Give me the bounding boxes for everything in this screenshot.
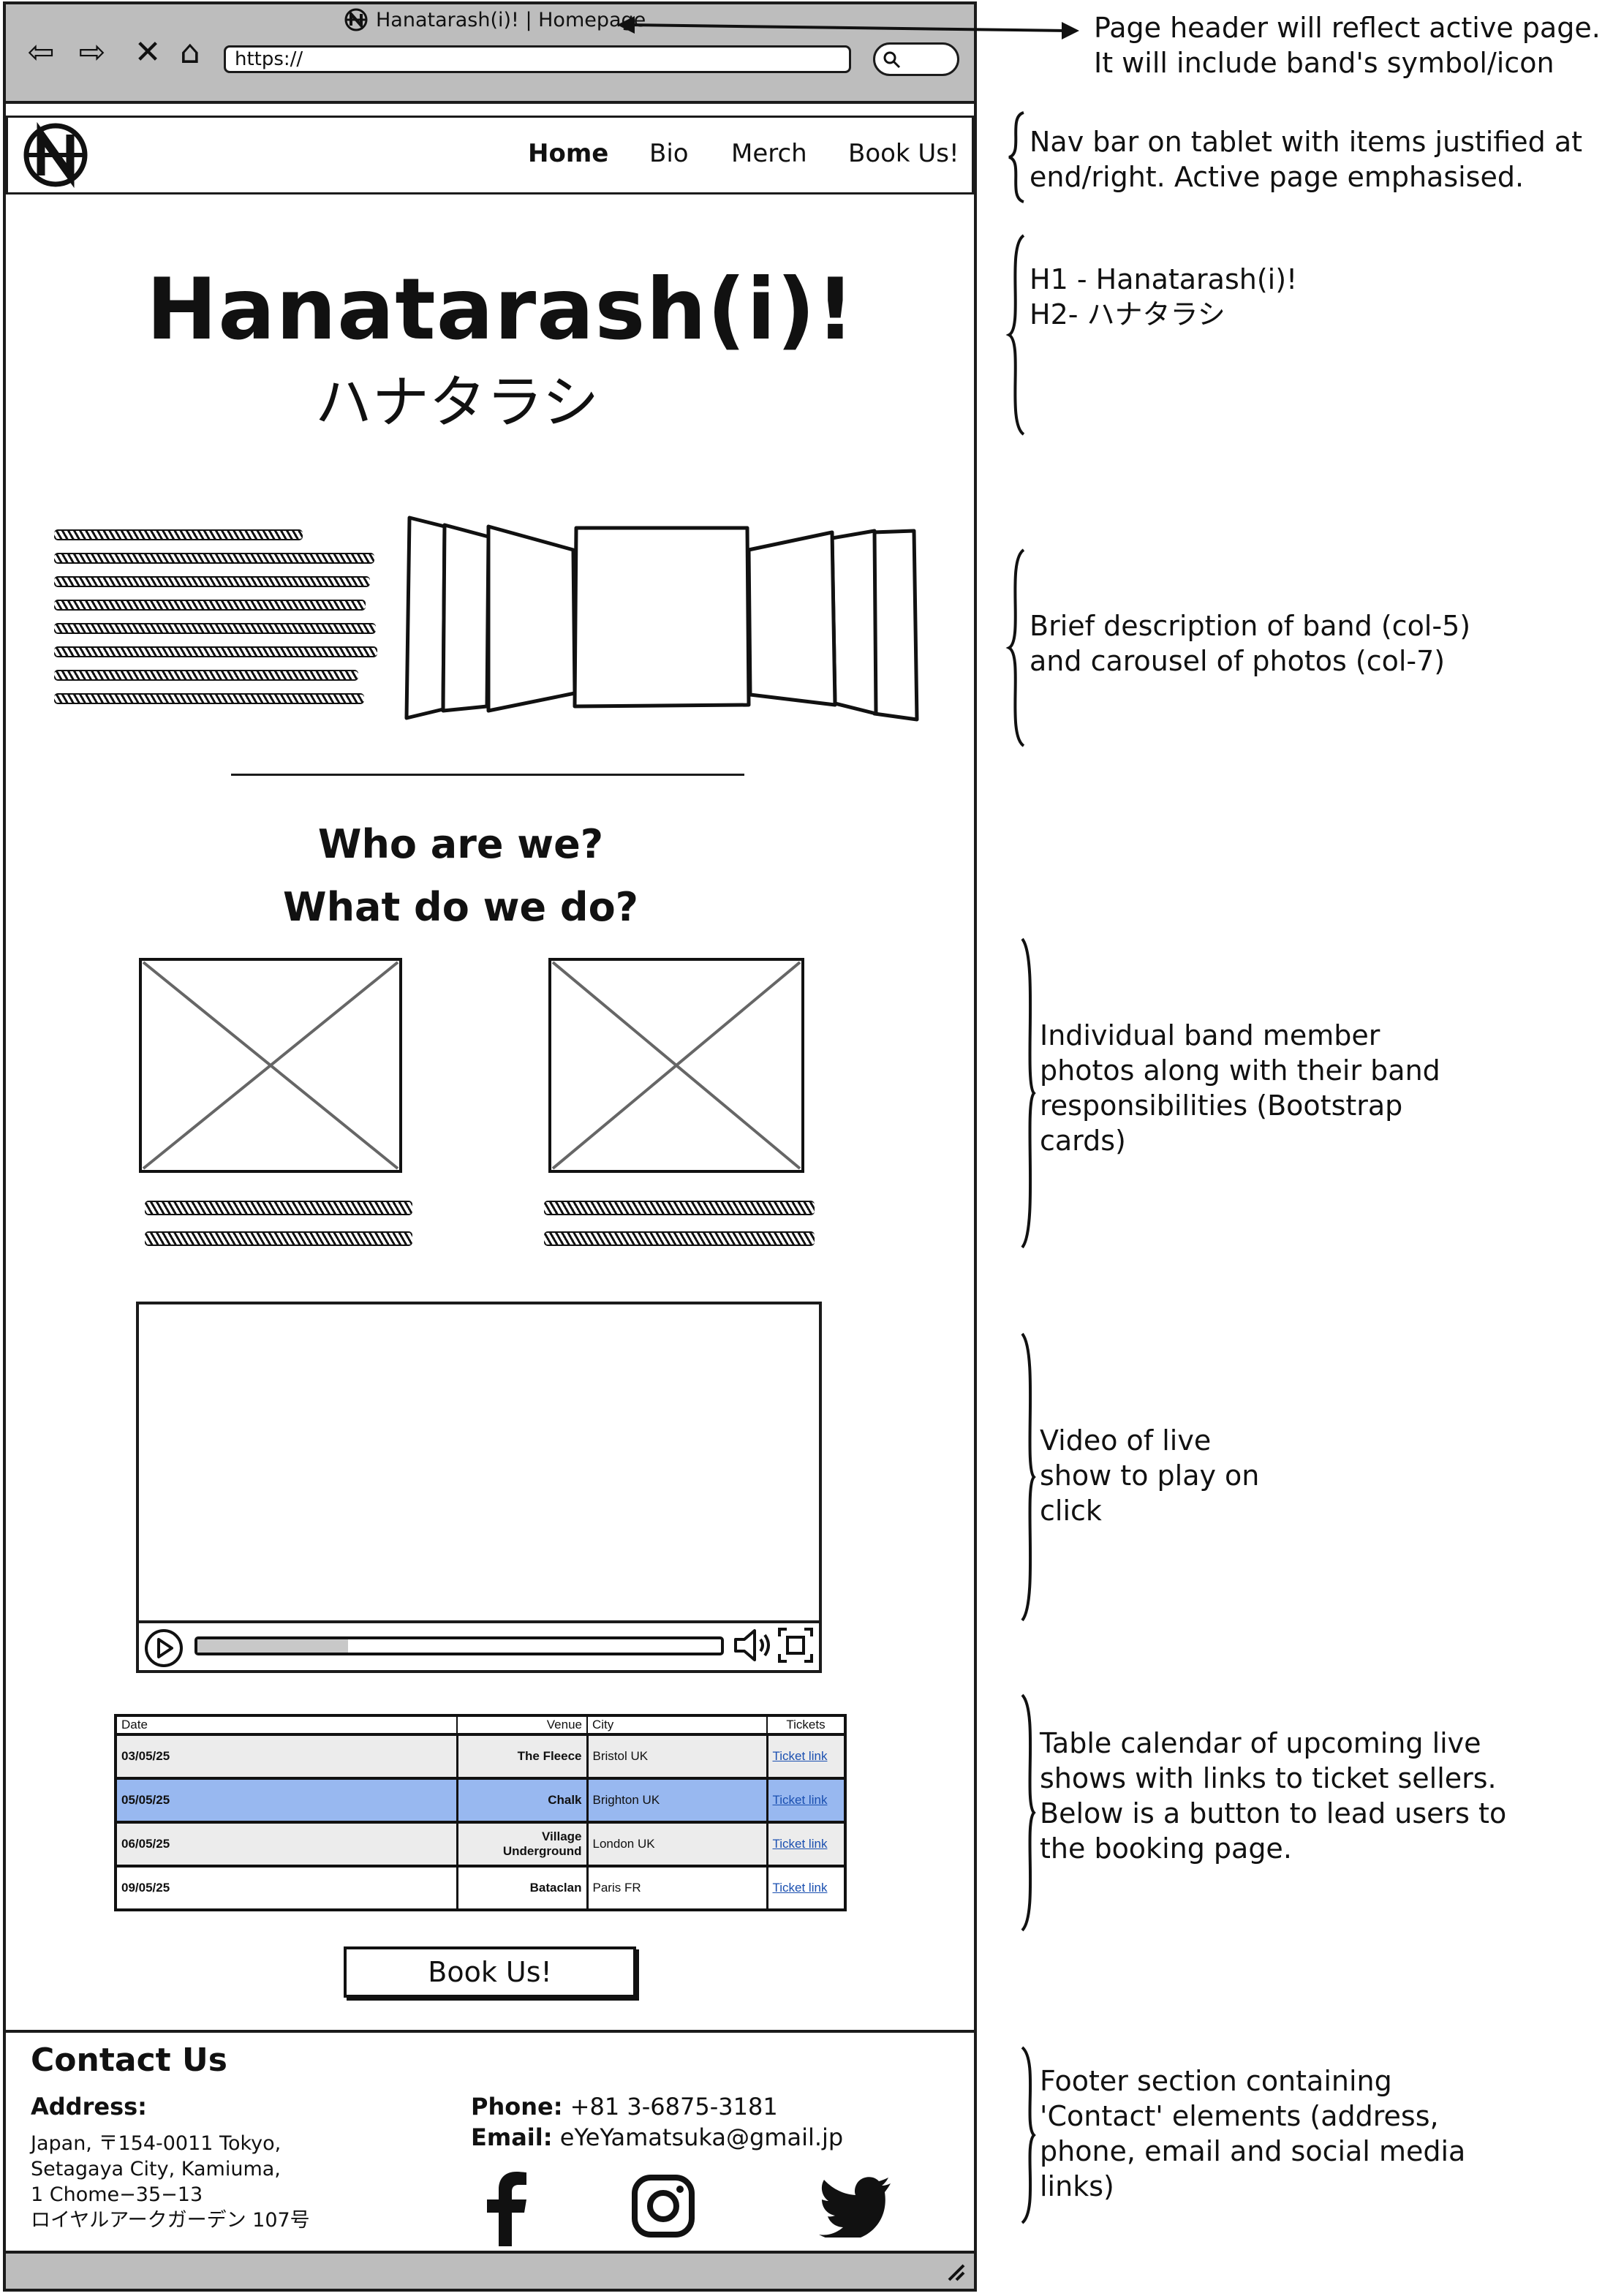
nav-item-home[interactable]: Home <box>528 139 608 168</box>
column-header-venue: Venue <box>456 1715 588 1735</box>
phone-number[interactable]: +81 3-6875-3181 <box>570 2093 778 2121</box>
address-line: Japan, 〒154-0011 Tokyo, <box>31 2132 282 2155</box>
show-city: Brighton UK <box>586 1777 767 1822</box>
about-heading: Who are we? What do we do? <box>205 813 717 939</box>
close-icon[interactable]: ✕ <box>129 34 167 72</box>
annotation-footer: Footer section containing 'Contact' elem… <box>1040 2065 1466 2202</box>
show-date: 03/05/25 <box>114 1733 457 1778</box>
address-block: Japan, 〒154-0011 Tokyo, Setagaya City, K… <box>31 2131 310 2233</box>
show-venue: Chalk <box>456 1777 587 1822</box>
ticket-link[interactable]: Ticket link <box>773 1881 828 1895</box>
address-line: 1 Chome−35−13 <box>31 2183 203 2206</box>
ticket-link[interactable]: Ticket link <box>773 1749 828 1763</box>
video-progress-bar[interactable] <box>194 1636 724 1655</box>
forward-arrow-icon[interactable]: ⇨ <box>73 34 111 72</box>
ticket-link[interactable]: Ticket link <box>773 1793 828 1807</box>
instagram-icon[interactable] <box>632 2175 695 2238</box>
show-date: 05/05/25 <box>114 1777 457 1822</box>
live-shows-table: Date Venue City Tickets 03/05/25 The Fle… <box>114 1714 847 1911</box>
footer-heading: Contact Us <box>31 2042 227 2079</box>
ticket-link[interactable]: Ticket link <box>773 1837 828 1851</box>
show-date: 09/05/25 <box>114 1865 457 1910</box>
table-row: 05/05/25 Chalk Brighton UK Ticket link <box>114 1777 845 1822</box>
annotation-header: Page header will reflect active page. It… <box>1094 12 1601 79</box>
show-city: Bristol UK <box>586 1733 767 1778</box>
home-icon[interactable]: ⌂ <box>171 34 209 72</box>
nav-item-bio[interactable]: Bio <box>649 139 689 168</box>
back-arrow-icon[interactable]: ⇦ <box>22 34 60 72</box>
navbar <box>6 116 974 195</box>
address-line: ロイヤルアークガーデン 107号 <box>31 2209 310 2232</box>
annotation-brace <box>1021 937 1036 1249</box>
play-icon[interactable] <box>143 1628 184 1669</box>
annotation-video: Video of live show to play on click <box>1040 1424 1260 1527</box>
show-venue: The Fleece <box>456 1733 587 1778</box>
email-row: Email: eYeYamatsuka@gmail.jp <box>471 2123 843 2151</box>
show-city: London UK <box>586 1821 767 1866</box>
annotation-brace <box>1021 2046 1036 2224</box>
annotation-brace <box>1021 1693 1036 1932</box>
section-divider <box>231 774 744 776</box>
annotation-description: Brief description of band (col-5) and ca… <box>1030 610 1471 677</box>
email-label: Email: <box>471 2123 553 2151</box>
footer-divider <box>6 2030 974 2033</box>
page-heading-h2: ハナタラシ <box>314 370 600 436</box>
photo-carousel[interactable] <box>402 512 926 731</box>
member-photo-placeholder <box>139 958 402 1173</box>
annotation-headings: H1 - Hanatarash(i)! H2- ハナタラシ <box>1030 263 1298 331</box>
show-venue: Bataclan <box>456 1865 587 1910</box>
tab-title[interactable]: Hanatarash(i)! | Homepage <box>344 7 646 32</box>
address-label: Address: <box>31 2093 147 2121</box>
table-row: 09/05/25 Bataclan Paris FR Ticket link <box>114 1865 845 1910</box>
live-video-player[interactable] <box>136 1302 822 1673</box>
fullscreen-icon[interactable] <box>777 1626 815 1664</box>
twitter-icon[interactable] <box>817 2176 892 2238</box>
nav-item-merch[interactable]: Merch <box>731 139 807 168</box>
facebook-icon[interactable] <box>483 2170 529 2246</box>
book-us-button[interactable]: Book Us! <box>344 1946 636 1998</box>
page-heading-h1: Hanatarash(i)! <box>146 260 855 359</box>
url-bar[interactable]: https:// <box>224 45 851 73</box>
search-icon <box>883 51 901 69</box>
annotation-brace <box>1005 548 1025 747</box>
column-header-date: Date <box>115 1715 458 1735</box>
about-heading-line1: Who are we? <box>317 821 604 867</box>
annotation-brace <box>1021 1332 1036 1622</box>
browser-status-bar <box>6 2251 974 2289</box>
address-line: Setagaya City, Kamiuma, <box>31 2158 281 2180</box>
search-field[interactable] <box>873 42 959 76</box>
band-logo-icon <box>344 8 368 31</box>
annotation-arrow <box>617 16 1079 39</box>
resize-grip-icon[interactable] <box>943 2259 967 2283</box>
nav-item-book-us[interactable]: Book Us! <box>848 139 959 168</box>
annotation-brace <box>1005 234 1025 436</box>
about-heading-line2: What do we do? <box>283 884 638 930</box>
band-logo-icon[interactable] <box>20 120 91 190</box>
volume-icon[interactable] <box>731 1625 775 1666</box>
show-date: 06/05/25 <box>114 1821 457 1866</box>
annotation-table: Table calendar of upcoming live shows wi… <box>1040 1727 1507 1865</box>
phone-label: Phone: <box>471 2093 563 2121</box>
member-photo-placeholder <box>548 958 804 1173</box>
phone-row: Phone: +81 3-6875-3181 <box>471 2093 778 2121</box>
show-venue: Village Underground <box>456 1821 587 1866</box>
show-city: Paris FR <box>586 1865 767 1910</box>
annotation-nav: Nav bar on tablet with items justified a… <box>1030 126 1583 193</box>
column-header-tickets: Tickets <box>766 1715 846 1735</box>
email-address[interactable]: eYeYamatsuka@gmail.jp <box>560 2123 844 2151</box>
annotation-brace <box>1008 111 1024 203</box>
table-row: 06/05/25 Village Underground London UK T… <box>114 1821 845 1866</box>
annotation-members: Individual band member photos along with… <box>1040 1019 1440 1157</box>
tab-title-text: Hanatarash(i)! | Homepage <box>376 8 646 31</box>
table-row: 03/05/25 The Fleece Bristol UK Ticket li… <box>114 1733 845 1778</box>
column-header-city: City <box>586 1715 768 1735</box>
